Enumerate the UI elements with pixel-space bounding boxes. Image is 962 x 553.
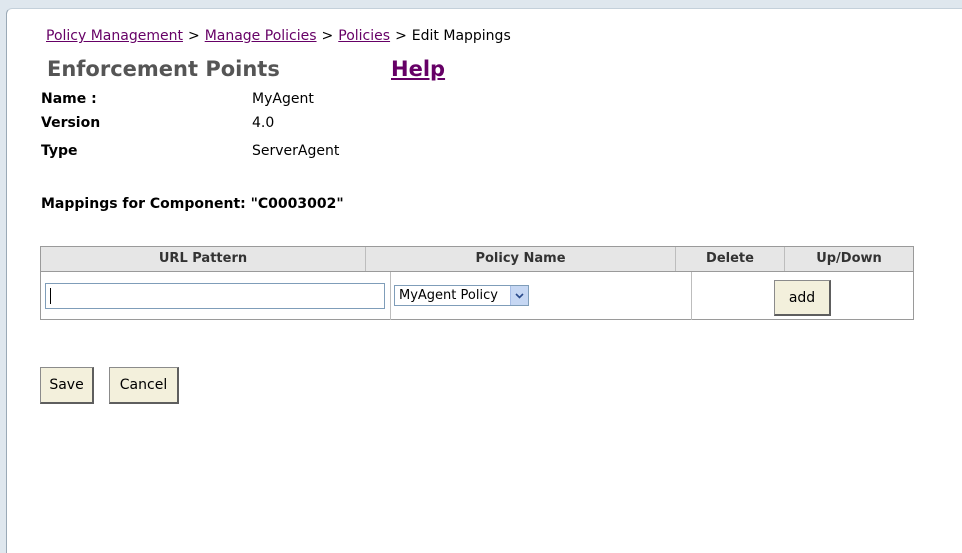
- breadcrumb-separator: >: [395, 28, 407, 44]
- help-link[interactable]: Help: [391, 57, 445, 81]
- column-divider: [691, 272, 692, 320]
- breadcrumb-link-manage-policies[interactable]: Manage Policies: [205, 28, 317, 44]
- cancel-button[interactable]: Cancel: [109, 367, 179, 404]
- mappings-table: URL Pattern Policy Name Delete Up/Down M…: [40, 246, 914, 320]
- breadcrumb-link-policies[interactable]: Policies: [338, 28, 390, 44]
- breadcrumb-separator: >: [321, 28, 334, 44]
- version-label: Version: [41, 115, 101, 131]
- url-pattern-input[interactable]: [45, 283, 385, 309]
- content-frame: Policy Management > Manage Policies > Polici…: [6, 8, 962, 553]
- table-header: URL Pattern Policy Name Delete Up/Down: [41, 247, 913, 272]
- breadcrumb-link-policy-management[interactable]: Policy Management: [46, 28, 183, 44]
- save-button[interactable]: Save: [40, 367, 94, 404]
- breadcrumb: Policy Management > Manage Policies > Polici…: [46, 28, 511, 44]
- column-header-up-down: Up/Down: [816, 251, 882, 266]
- mappings-heading: Mappings for Component: "C0003002": [41, 196, 344, 212]
- column-divider: [390, 272, 391, 320]
- type-label: Type: [41, 143, 78, 159]
- column-header-url-pattern: URL Pattern: [41, 247, 366, 271]
- name-value: MyAgent: [252, 91, 314, 107]
- type-value: ServerAgent: [252, 143, 340, 159]
- policy-name-select[interactable]: MyAgent Policy: [394, 285, 529, 306]
- text-caret: [50, 288, 51, 304]
- column-header-delete: Delete: [676, 247, 785, 271]
- chevron-down-icon[interactable]: [510, 286, 528, 305]
- breadcrumb-separator: >: [187, 28, 200, 44]
- policy-select-value: MyAgent Policy: [399, 288, 498, 303]
- name-label: Name :: [41, 91, 97, 107]
- breadcrumb-current: Edit Mappings: [411, 28, 511, 44]
- column-header-policy-name: Policy Name: [366, 247, 676, 271]
- version-value: 4.0: [252, 115, 275, 131]
- add-mapping-button[interactable]: add: [774, 280, 831, 316]
- page-title: Enforcement Points: [47, 57, 280, 81]
